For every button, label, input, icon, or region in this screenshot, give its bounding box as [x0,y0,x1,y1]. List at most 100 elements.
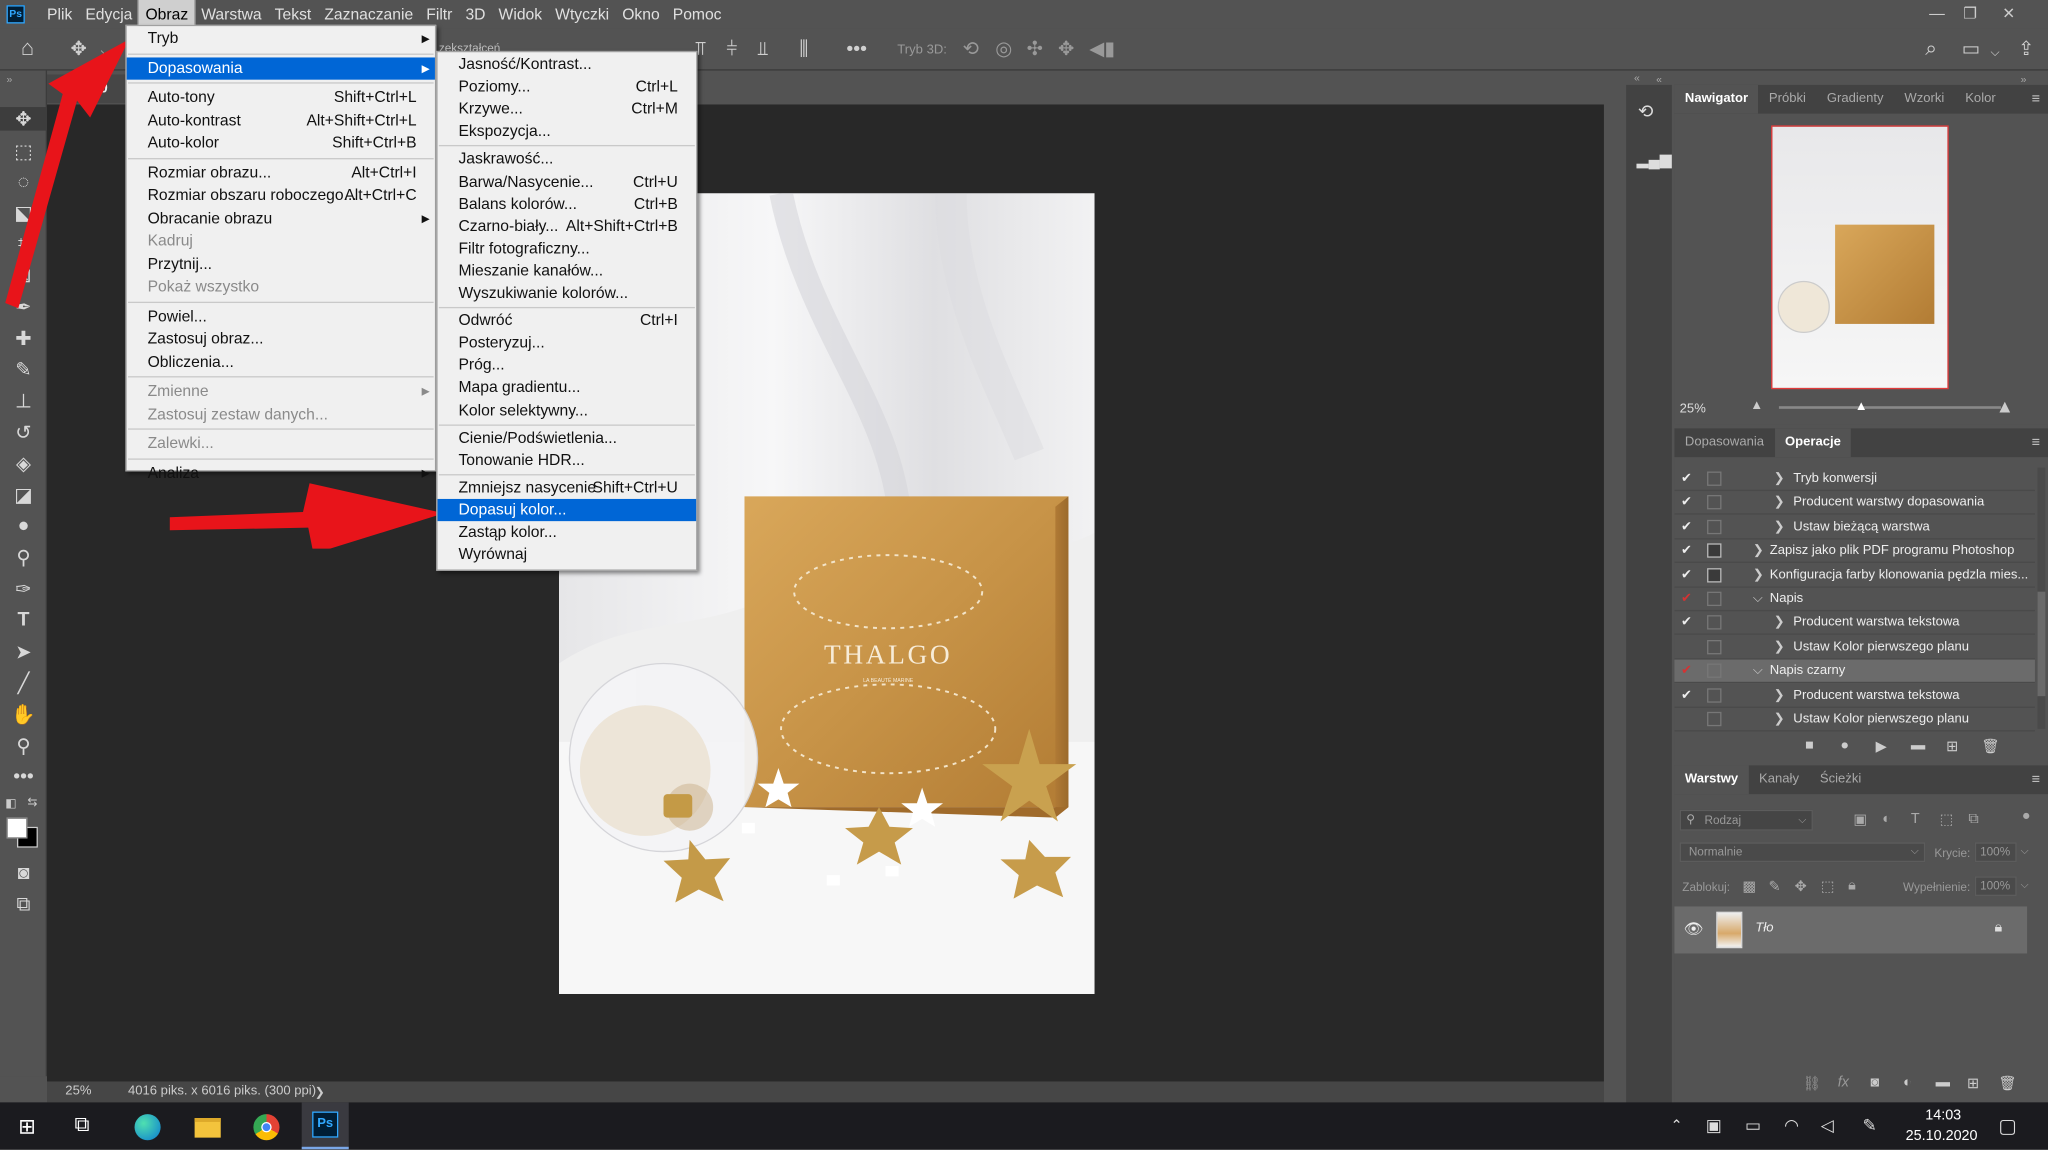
search-icon[interactable]: ⌕ [1925,39,1937,60]
action-toggle-icon[interactable]: ✔ [1681,684,1692,708]
tab-dopasowania[interactable]: Dopasowania [1674,428,1774,457]
share-icon[interactable]: ⇪ [2018,39,2034,60]
restore-icon[interactable]: ❐ [1963,4,1977,22]
zoom-slider[interactable] [1778,406,2001,409]
filter-adjustment-icon[interactable]: ◐ [1882,811,1891,827]
panel-menu-icon[interactable]: ≡ [2032,91,2040,107]
action-dialog-toggle[interactable] [1707,495,1722,510]
line-tool-icon[interactable]: ╱ [0,671,47,695]
expand-arrow-icon[interactable]: ⌵ [1753,660,1763,684]
edit-toolbar-icon[interactable]: ••• [0,765,47,787]
slide-3d-icon[interactable]: ✥ [1058,39,1074,60]
action-row[interactable]: ✔ ❯ Ustaw bieżącą warstwa [1674,516,2035,540]
action-row[interactable]: ✔ ❯ Zapisz jako plik PDF programu Photosho… [1674,540,2035,564]
expand-arrow-icon[interactable]: ⌵ [1753,588,1763,612]
tab-wzorki[interactable]: Wzorki [1894,85,1955,114]
menu-item-prog[interactable]: Próg... [438,354,697,376]
expand-arrow-icon[interactable]: ❯ [1774,708,1785,732]
menu-item-posteryzuj[interactable]: Posteryzuj... [438,332,697,354]
action-toggle-icon[interactable]: ✔ [1681,660,1692,684]
menu-item-wyszukiwanie-kolorow[interactable]: Wyszukiwanie kolorów... [438,282,697,304]
menu-item-analiza[interactable]: Analiza ▶ [127,462,435,484]
menu-item-zastosuj-obraz[interactable]: Zastosuj obraz... [127,328,435,350]
link-layers-icon[interactable]: ⛓ [1802,1075,1820,1092]
filter-type-icon[interactable]: T [1911,811,1920,827]
filter-smart-object-icon[interactable]: ⧉ [1968,811,1978,828]
menu-item-zmniejsz-nasycenie[interactable]: Zmniejsz nasycenie Shift+Ctrl+U [438,476,697,498]
distribute-icon[interactable]: ⫼ [799,39,808,60]
action-row[interactable]: ✔ ⌵ Napis [1674,588,2035,612]
close-icon[interactable]: ✕ [2002,4,2015,22]
histogram-panel-icon[interactable]: ▂▄▆ [1637,150,1672,168]
menu-item-wyrownaj[interactable]: Wyrównaj [438,543,697,565]
action-dialog-toggle[interactable] [1707,543,1722,558]
collapse-panels-right-icon[interactable]: » [2021,73,2027,85]
minimize-icon[interactable]: — [1929,4,1945,22]
menu-item-rozmiar-obrazu[interactable]: Rozmiar obrazu... Alt+Ctrl+I [127,161,435,183]
action-toggle-icon[interactable]: ✔ [1681,564,1692,588]
photoshop-taskbar-button[interactable]: Ps [301,1102,349,1150]
action-row[interactable]: ✔ ⌵ Napis czarny [1674,659,2035,684]
screen-mode-icon[interactable]: ⧉ [0,893,47,915]
menu-item-auto-tony[interactable]: Auto-tony Shift+Ctrl+L [127,86,435,108]
stop-icon[interactable]: ■ [1805,738,1814,754]
notifications-icon[interactable]: ▢ [1998,1114,2017,1137]
info-arrow-icon[interactable]: ❯ [315,1081,325,1102]
hand-tool-icon[interactable]: ✋ [0,703,47,726]
action-dialog-toggle[interactable] [1707,663,1722,679]
zoom-level[interactable]: 25% [65,1081,91,1102]
battery-icon[interactable]: ▭ [1745,1115,1761,1136]
menu-item-krzywe[interactable]: Krzywe... Ctrl+M [438,98,697,120]
action-toggle-icon[interactable]: ✔ [1681,516,1692,540]
file-explorer-icon[interactable] [194,1118,221,1138]
delete-layer-icon[interactable]: 🗑︎ [1998,1075,2016,1092]
volume-icon[interactable]: ◁ [1821,1115,1834,1136]
delete-action-icon[interactable]: 🗑 [1981,738,1999,755]
menu-item-odwroc[interactable]: Odwróć Ctrl+I [438,310,697,332]
menu-item-auto-kontrast[interactable]: Auto-kontrast Alt+Shift+Ctrl+L [127,109,435,131]
tab-nawigator[interactable]: Nawigator [1674,84,1759,114]
navigator-preview[interactable] [1771,125,1949,390]
tab-sciezki[interactable]: Ścieżki [1809,765,1871,794]
action-toggle-icon[interactable]: ✔ [1681,540,1692,564]
scrollbar-thumb[interactable] [2037,591,2046,697]
play-icon[interactable]: ▶ [1876,738,1887,755]
filter-toggle-icon[interactable]: ● [2022,808,2031,824]
action-dialog-toggle[interactable] [1707,711,1722,727]
menu-item-jasnosc-kontrast[interactable]: Jasność/Kontrast... [438,54,697,76]
action-row[interactable]: ✔ ❯ Producent warstwy dopasowania [1674,492,2035,516]
workspace-icon[interactable]: ▭ [1962,39,1981,60]
opacity-chevron-icon[interactable]: ⌵ [2021,845,2029,858]
align-bottom-icon[interactable]: ⫫ [758,39,769,60]
expand-strip-icon[interactable]: « [1634,72,1640,84]
action-row[interactable]: ✔ ❯ Producent warstwa tekstowa [1674,684,2035,708]
lock-position-icon[interactable]: ✥ [1795,878,1807,895]
tab-probki[interactable]: Próbki [1758,85,1816,114]
action-dialog-toggle[interactable] [1707,519,1722,534]
zoom-out-icon[interactable]: ▲ [1750,398,1763,412]
orbit-3d-icon[interactable]: ⟲ [963,39,979,60]
layer-filter-select[interactable]: ⚲ Rodzaj ⌵ [1679,809,1813,831]
blend-mode-select[interactable]: Normalnie ⌵ [1679,842,1926,863]
tab-warstwy[interactable]: Warstwy [1674,765,1749,795]
opacity-field[interactable]: 100% [1974,842,2017,863]
menu-item-ekspozycja[interactable]: Ekspozycja... [438,121,697,143]
action-row[interactable]: ❯ Ustaw Kolor pierwszego planu [1674,708,2035,732]
roll-3d-icon[interactable]: ◎ [995,39,1012,60]
menu-item-dopasowania[interactable]: Dopasowania ▶ [126,56,435,80]
menu-item-kadruj[interactable]: Kadruj [127,230,435,252]
menu-item-zastap-kolor[interactable]: Zastąp kolor... [438,521,697,543]
new-layer-icon[interactable]: ⊞ [1967,1075,1979,1092]
wifi-icon[interactable]: ◠ [1784,1115,1799,1136]
action-dialog-toggle[interactable] [1707,471,1722,486]
edge-icon[interactable] [134,1114,161,1141]
menu-item-zmienne[interactable]: Zmienne ▶ [127,380,435,402]
action-dialog-toggle[interactable] [1707,591,1722,607]
more-options-icon[interactable]: ••• [846,39,867,60]
menu-item-powiel[interactable]: Powiel... [127,305,435,327]
expand-arrow-icon[interactable]: ❯ [1774,492,1785,516]
swap-colors-icon[interactable]: ⇆ [27,795,37,809]
zoom-tool-icon[interactable]: ⚲ [0,734,47,757]
lock-artboard-icon[interactable]: ⬚ [1821,878,1835,895]
zoom-in-icon[interactable]: ▲ [1996,396,2014,417]
